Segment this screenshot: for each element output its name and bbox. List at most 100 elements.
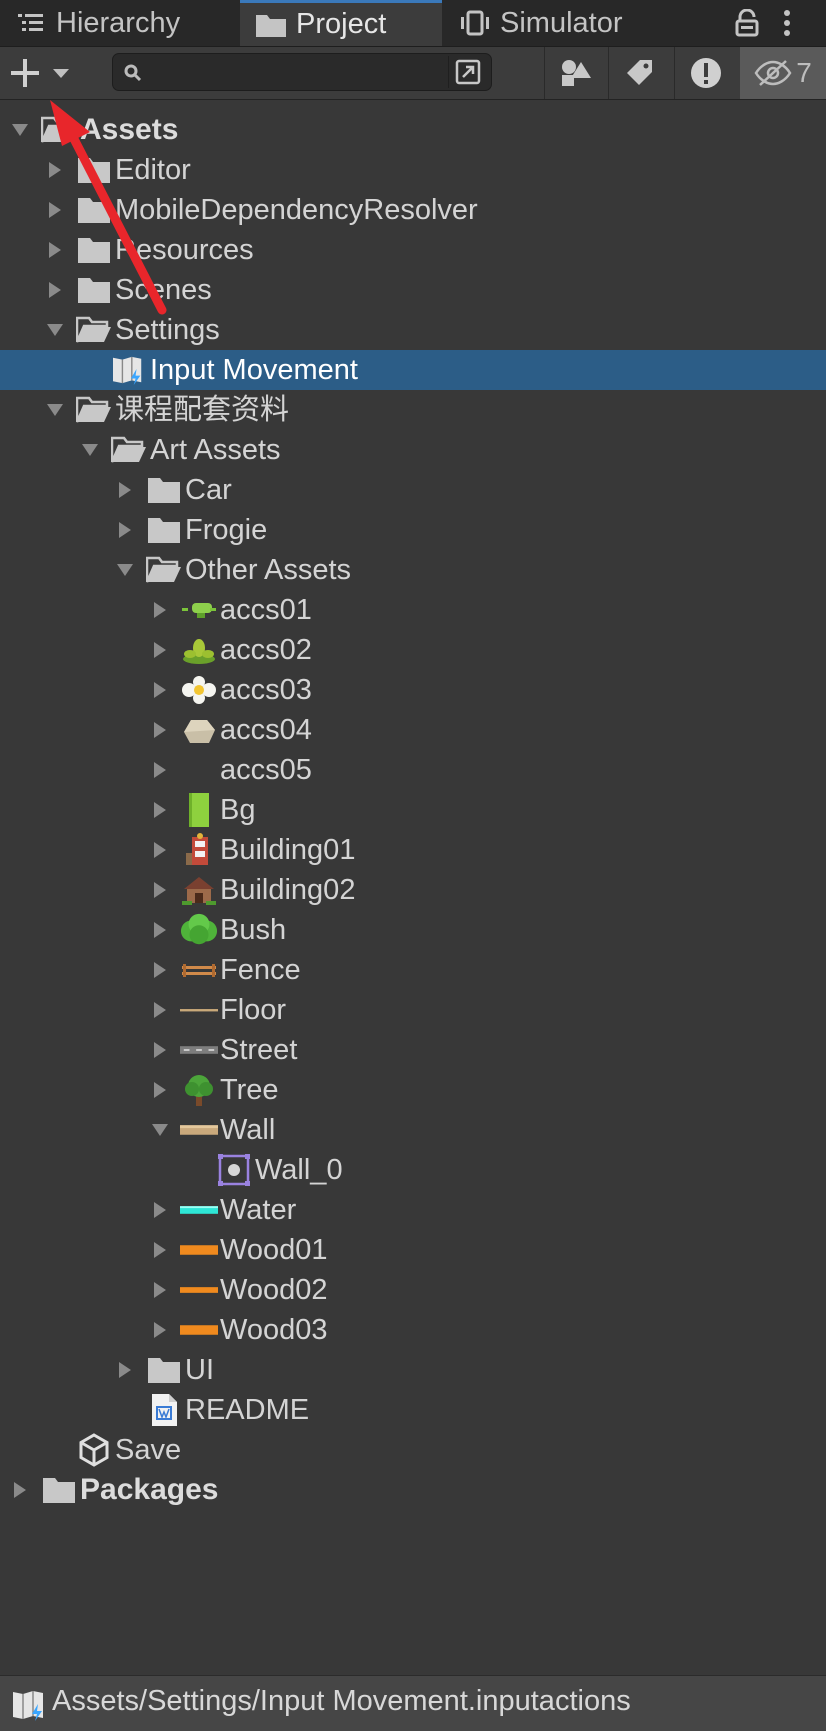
tree-row-label: Car xyxy=(185,474,232,506)
tree-row[interactable]: Wood01 xyxy=(0,1230,826,1270)
collapsed-arrow-icon[interactable] xyxy=(45,240,65,260)
tree-row-label: Tree xyxy=(220,1074,279,1106)
tab-hierarchy-label: Hierarchy xyxy=(56,6,181,39)
sprite-building01-icon xyxy=(180,833,218,867)
collapsed-arrow-icon[interactable] xyxy=(150,680,170,700)
collapsed-arrow-icon[interactable] xyxy=(150,760,170,780)
expanded-arrow-icon[interactable] xyxy=(45,320,65,340)
tree-row[interactable]: Frogie xyxy=(0,510,826,550)
tree-row[interactable]: Tree xyxy=(0,1070,826,1110)
folder-icon xyxy=(75,233,113,267)
tree-row[interactable]: Wall_0 xyxy=(0,1150,826,1190)
collapsed-arrow-icon[interactable] xyxy=(150,840,170,860)
tree-row-label: Packages xyxy=(80,1473,219,1506)
collapsed-arrow-icon[interactable] xyxy=(115,1360,135,1380)
collapsed-arrow-icon[interactable] xyxy=(150,960,170,980)
collapsed-arrow-icon[interactable] xyxy=(150,800,170,820)
tree-row[interactable]: README xyxy=(0,1390,826,1430)
tree-row[interactable]: Packages xyxy=(0,1470,826,1510)
tree-row[interactable]: Save xyxy=(0,1430,826,1470)
tab-project[interactable]: Project xyxy=(240,0,442,46)
filter-by-label-button[interactable] xyxy=(608,47,671,99)
tree-row-label: Resources xyxy=(115,234,254,266)
tree-row-label: Scenes xyxy=(115,274,212,306)
collapsed-arrow-icon[interactable] xyxy=(45,160,65,180)
folder-icon xyxy=(145,473,183,507)
expanded-arrow-icon[interactable] xyxy=(45,400,65,420)
filter-by-type-button[interactable] xyxy=(544,47,607,99)
tree-row[interactable]: Building01 xyxy=(0,830,826,870)
collapsed-arrow-icon[interactable] xyxy=(45,200,65,220)
collapsed-arrow-icon[interactable] xyxy=(150,1280,170,1300)
tree-row[interactable]: Art Assets xyxy=(0,430,826,470)
tree-row[interactable]: Fence xyxy=(0,950,826,990)
expanded-arrow-icon[interactable] xyxy=(80,440,100,460)
collapsed-arrow-icon[interactable] xyxy=(150,720,170,740)
collapsed-arrow-icon[interactable] xyxy=(115,480,135,500)
tree-row[interactable]: accs03 xyxy=(0,670,826,710)
folder-open-icon xyxy=(110,433,148,467)
tab-project-label: Project xyxy=(296,8,387,40)
tree-row-label: Settings xyxy=(115,314,220,346)
expanded-arrow-icon[interactable] xyxy=(150,1120,170,1140)
collapsed-arrow-icon[interactable] xyxy=(150,1040,170,1060)
collapsed-arrow-icon[interactable] xyxy=(150,1240,170,1260)
tree-row[interactable]: accs04 xyxy=(0,710,826,750)
collapsed-arrow-icon[interactable] xyxy=(150,1000,170,1020)
collapsed-arrow-icon[interactable] xyxy=(150,1200,170,1220)
unity-package-icon xyxy=(75,1433,113,1467)
search-input[interactable] xyxy=(149,56,443,90)
tree-row-label: Wood02 xyxy=(220,1274,328,1306)
search-in-window-button[interactable] xyxy=(448,56,487,88)
tree-row[interactable]: Other Assets xyxy=(0,550,826,590)
tree-row[interactable]: Wood03 xyxy=(0,1310,826,1350)
tree-row[interactable]: Wood02 xyxy=(0,1270,826,1310)
lock-icon[interactable] xyxy=(734,6,760,40)
tree-row[interactable]: Car xyxy=(0,470,826,510)
expanded-arrow-icon[interactable] xyxy=(10,120,30,140)
more-options-icon[interactable] xyxy=(782,6,792,40)
tree-row[interactable]: Scenes xyxy=(0,270,826,310)
filter-by-log-button[interactable] xyxy=(674,47,737,99)
tree-row[interactable]: Floor xyxy=(0,990,826,1030)
tree-row[interactable]: MobileDependencyResolver xyxy=(0,190,826,230)
create-dropdown-button[interactable] xyxy=(8,53,82,93)
expanded-arrow-icon[interactable] xyxy=(115,560,135,580)
tree-row[interactable]: 课程配套资料 xyxy=(0,390,826,430)
tree-row[interactable]: Wall xyxy=(0,1110,826,1150)
collapsed-arrow-icon[interactable] xyxy=(150,1320,170,1340)
tab-simulator[interactable]: Simulator xyxy=(458,0,658,46)
tree-row[interactable]: Street xyxy=(0,1030,826,1070)
tree-row[interactable]: Water xyxy=(0,1190,826,1230)
tree-row[interactable]: Assets xyxy=(0,110,826,150)
tree-row[interactable]: accs01 xyxy=(0,590,826,630)
tree-row-label: accs04 xyxy=(220,714,312,746)
collapsed-arrow-icon[interactable] xyxy=(115,520,135,540)
tree-row[interactable]: accs02 xyxy=(0,630,826,670)
collapsed-arrow-icon[interactable] xyxy=(45,280,65,300)
tree-row[interactable]: Bush xyxy=(0,910,826,950)
collapsed-arrow-icon[interactable] xyxy=(150,600,170,620)
collapsed-arrow-icon[interactable] xyxy=(150,1080,170,1100)
tab-hierarchy[interactable]: Hierarchy xyxy=(14,0,238,46)
tree-row[interactable]: Editor xyxy=(0,150,826,190)
hidden-packages-toggle[interactable]: 7 xyxy=(740,47,826,99)
collapsed-arrow-icon[interactable] xyxy=(150,880,170,900)
collapsed-arrow-icon[interactable] xyxy=(10,1480,30,1500)
collapsed-arrow-icon[interactable] xyxy=(150,920,170,940)
tree-row-label: Input Movement xyxy=(150,354,358,386)
search-field[interactable] xyxy=(112,53,492,91)
tree-row-label: Editor xyxy=(115,154,191,186)
tree-row[interactable]: Bg xyxy=(0,790,826,830)
tree-row[interactable]: UI xyxy=(0,1350,826,1390)
tree-row[interactable]: Resources xyxy=(0,230,826,270)
tree-row[interactable]: Input Movement xyxy=(0,350,826,390)
selected-asset-path: Assets/Settings/Input Movement.inputacti… xyxy=(52,1685,631,1717)
tree-row[interactable]: Settings xyxy=(0,310,826,350)
tree-row[interactable]: accs05 xyxy=(0,750,826,790)
tree-row[interactable]: Building02 xyxy=(0,870,826,910)
tree-row-label: Water xyxy=(220,1194,297,1226)
tag-icon xyxy=(627,60,652,85)
collapsed-arrow-icon[interactable] xyxy=(150,640,170,660)
folder-open-icon xyxy=(75,393,113,427)
